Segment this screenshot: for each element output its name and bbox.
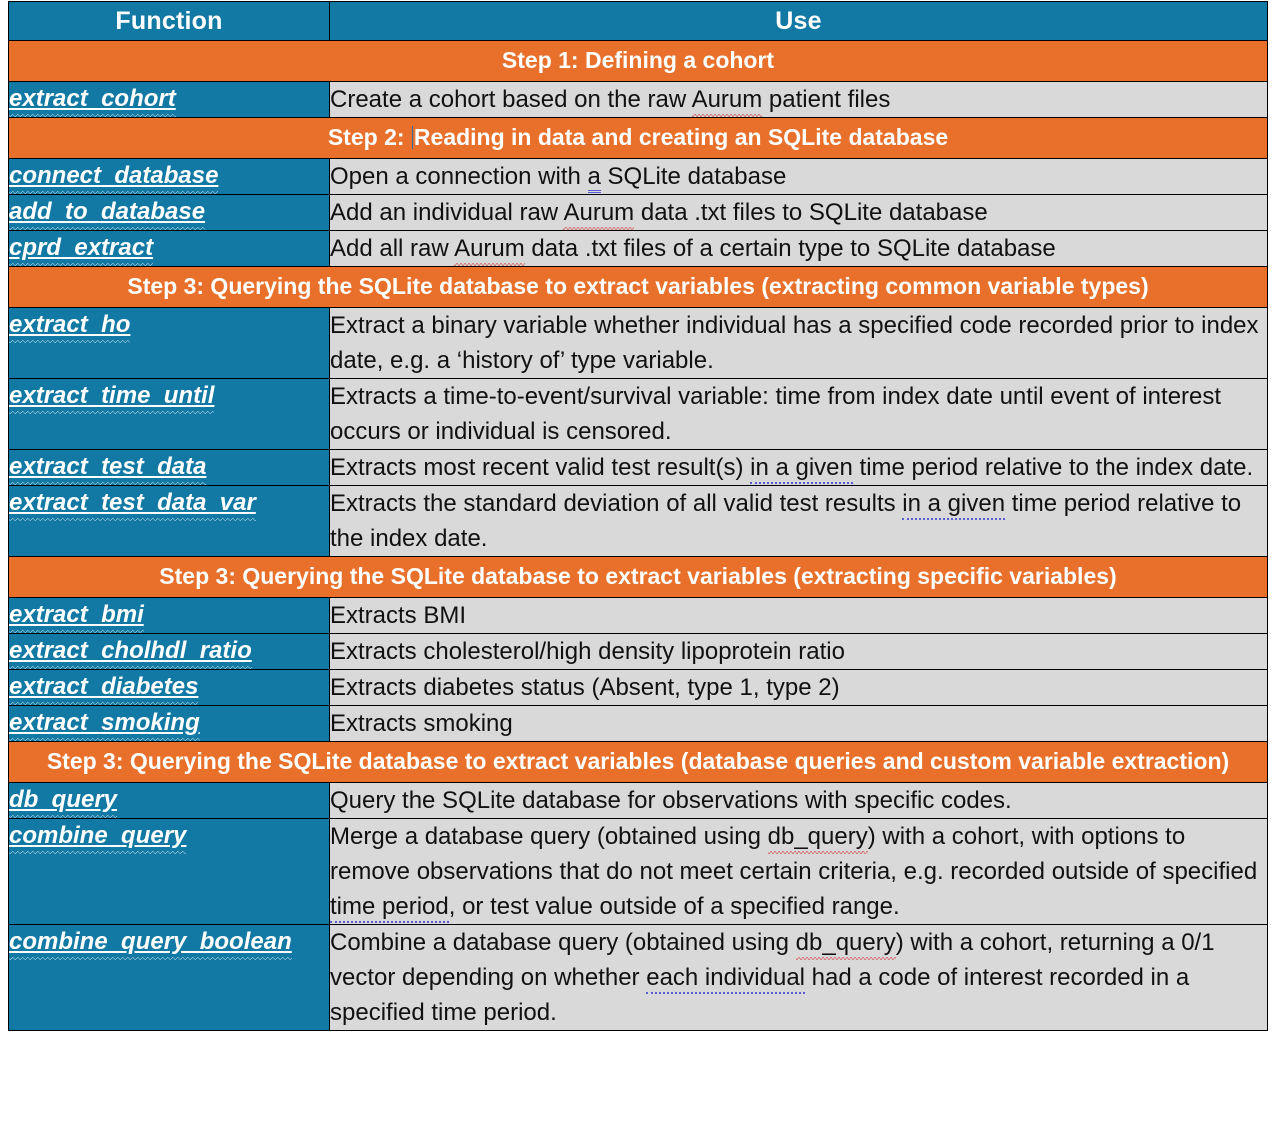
function-name-link[interactable]: combine_query_boolean — [9, 928, 292, 960]
function-name-link[interactable]: connect_database — [9, 162, 219, 194]
function-description-cell: Create a cohort based on the raw Aurum p… — [329, 81, 1268, 118]
text-cursor — [411, 126, 413, 149]
spellcheck-marked-text[interactable]: db_query — [767, 823, 868, 854]
function-name-link[interactable]: extract_time_until — [9, 382, 215, 414]
function-description-cell: Combine a database query (obtained using… — [329, 924, 1268, 1031]
section-banner-label: Step 3: Querying the SQLite database to … — [8, 266, 1268, 308]
table-row: add_to_database Add an individual raw Aur… — [8, 194, 1268, 231]
spellcheck-marked-text[interactable]: db_query — [795, 929, 896, 960]
function-name-link[interactable]: extract_diabetes — [9, 673, 199, 705]
function-name-link[interactable]: extract_test_data — [9, 453, 207, 485]
section-banner-prefix: Step 2: — [327, 124, 411, 150]
grammarcheck-marked-text[interactable]: time period — [330, 893, 449, 923]
function-name-link[interactable]: extract_cholhdl_ratio — [9, 637, 252, 669]
grammarcheck-marked-text[interactable]: in a given — [750, 454, 853, 484]
section-banner-row: Step 3: Querying the SQLite database to … — [8, 741, 1268, 783]
function-name-cell: extract_bmi — [8, 597, 330, 634]
section-banner-label: Step 3: Querying the SQLite database to … — [8, 741, 1268, 783]
table-row: extract_time_until Extracts a time-to-eve… — [8, 378, 1268, 450]
section-banner-label: Step 2: Reading in data and creating an … — [8, 117, 1268, 159]
function-name-link[interactable]: extract_bmi — [9, 601, 144, 633]
function-name-cell: combine_query — [8, 818, 330, 925]
function-name-cell: cprd_extract — [8, 230, 330, 267]
function-name-link[interactable]: extract_test_data_var — [9, 489, 256, 521]
function-name-cell: db_query — [8, 782, 330, 819]
table-row: extract_test_data Extracts most recent va… — [8, 449, 1268, 486]
function-description-cell: Extracts most recent valid test result(s… — [329, 449, 1268, 486]
grammarcheck-marked-text[interactable]: each individual — [646, 964, 805, 994]
function-name-cell: extract_smoking — [8, 705, 330, 742]
function-description-cell: Merge a database query (obtained using d… — [329, 818, 1268, 925]
function-description-cell: Extracts a time-to-event/survival variab… — [329, 378, 1268, 450]
function-name-cell: combine_query_boolean — [8, 924, 330, 1031]
function-name-cell: extract_ho — [8, 307, 330, 379]
table-row: combine_query_boolean Combine a database … — [8, 924, 1268, 1031]
function-description-cell: Extracts BMI — [329, 597, 1268, 634]
function-description-cell: Extract a binary variable whether indivi… — [329, 307, 1268, 379]
section-banner-label: Step 1: Defining a cohort — [8, 40, 1268, 82]
function-name-cell: extract_test_data — [8, 449, 330, 486]
function-name-cell: extract_time_until — [8, 378, 330, 450]
function-description-cell: Open a connection with a SQLite database — [329, 158, 1268, 195]
function-reference-table: Function Use Step 1: Defining a cohort extr… — [8, 1, 1268, 1031]
function-name-link[interactable]: db_query — [9, 786, 118, 818]
function-description-cell: Add all raw Aurum data .txt files of a c… — [329, 230, 1268, 267]
column-header-function: Function — [8, 1, 330, 41]
column-header-use: Use — [329, 1, 1268, 41]
function-description-cell: Extracts the standard deviation of all v… — [329, 485, 1268, 557]
table-row: extract_test_data_var Extracts the standa… — [8, 485, 1268, 557]
table-row: extract_diabetes Extracts diabetes status… — [8, 669, 1268, 706]
table-row: extract_cholhdl_ratio Extracts cholestero… — [8, 633, 1268, 670]
function-name-cell: extract_cholhdl_ratio — [8, 633, 330, 670]
section-banner-label: Step 3: Querying the SQLite database to … — [8, 556, 1268, 598]
spellcheck-marked-text[interactable]: Aurum — [563, 199, 635, 230]
function-name-cell: extract_test_data_var — [8, 485, 330, 557]
spellcheck-marked-text[interactable]: Aurum — [691, 86, 763, 117]
function-reference-table-container: Function Use Step 1: Defining a cohort extr… — [8, 1, 1268, 1031]
section-banner-row: Step 3: Querying the SQLite database to … — [8, 556, 1268, 598]
table-row: extract_smoking Extracts smoking — [8, 705, 1268, 742]
function-description-cell: Extracts diabetes status (Absent, type 1… — [329, 669, 1268, 706]
function-description-cell: Query the SQLite database for observatio… — [329, 782, 1268, 819]
table-row: extract_cohort Create a cohort based on t… — [8, 81, 1268, 118]
function-name-link[interactable]: combine_query — [9, 822, 187, 854]
table-row: connect_database Open a connection with a… — [8, 158, 1268, 195]
table-row: extract_bmi Extracts BMI — [8, 597, 1268, 634]
table-header-row: Function Use — [8, 1, 1268, 41]
function-name-cell: extract_diabetes — [8, 669, 330, 706]
function-name-link[interactable]: cprd_extract — [9, 234, 154, 266]
function-name-cell: add_to_database — [8, 194, 330, 231]
function-name-cell: extract_cohort — [8, 81, 330, 118]
function-description-cell: Extracts cholesterol/high density lipopr… — [329, 633, 1268, 670]
table-row: db_query Query the SQLite database for ob… — [8, 782, 1268, 819]
function-description-cell: Add an individual raw Aurum data .txt fi… — [329, 194, 1268, 231]
section-banner-body: Reading in data and creating an SQLite d… — [413, 124, 949, 150]
function-name-link[interactable]: add_to_database — [9, 198, 206, 230]
function-name-link[interactable]: extract_smoking — [9, 709, 200, 741]
section-banner-row: Step 2: Reading in data and creating an … — [8, 117, 1268, 159]
function-name-cell: connect_database — [8, 158, 330, 195]
function-name-link[interactable]: extract_ho — [9, 311, 131, 343]
grammarcheck-marked-text[interactable]: a — [587, 163, 601, 193]
grammarcheck-marked-text[interactable]: in a given — [902, 490, 1006, 520]
function-description-cell: Extracts smoking — [329, 705, 1268, 742]
spellcheck-marked-text[interactable]: Aurum — [454, 235, 525, 266]
table-row: extract_ho Extract a binary variable whet… — [8, 307, 1268, 379]
function-name-link[interactable]: extract_cohort — [9, 85, 176, 117]
section-banner-row: Step 1: Defining a cohort — [8, 40, 1268, 82]
table-row: cprd_extract Add all raw Aurum data .txt … — [8, 230, 1268, 267]
section-banner-row: Step 3: Querying the SQLite database to … — [8, 266, 1268, 308]
table-row: combine_query Merge a database query (obt… — [8, 818, 1268, 925]
